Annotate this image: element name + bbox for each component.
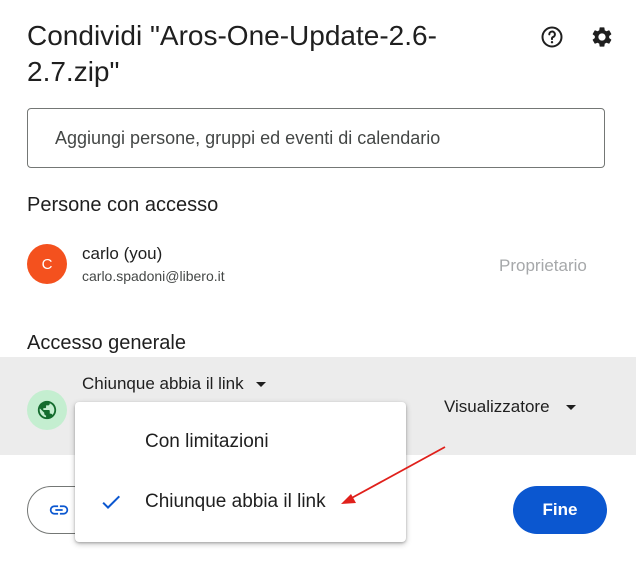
- menu-item-label: Con limitazioni: [145, 431, 269, 452]
- person-role: Proprietario: [499, 256, 587, 275]
- settings-button[interactable]: [587, 22, 617, 52]
- general-access-menu: Con limitazioni Chiunque abbia il link: [75, 402, 406, 542]
- share-dialog: Condividi "Aros-One-Update-2.6-2.7.zip" …: [0, 0, 636, 569]
- caret-down-icon: [565, 404, 576, 410]
- caret-down-icon: [255, 381, 266, 387]
- check-icon: [102, 495, 120, 509]
- menu-item-restricted[interactable]: Con limitazioni: [75, 412, 406, 472]
- help-circle-icon: [541, 26, 563, 48]
- person-name: carlo (you): [82, 244, 163, 263]
- done-button[interactable]: Fine: [513, 486, 607, 534]
- avatar: C: [27, 244, 67, 284]
- menu-item-anyone-with-link[interactable]: Chiunque abbia il link: [75, 472, 406, 532]
- help-button[interactable]: [537, 22, 567, 52]
- add-people-search-box[interactable]: [27, 108, 605, 168]
- general-access-title: Accesso generale: [27, 332, 186, 354]
- general-access-selected: Chiunque abbia il link: [82, 374, 244, 393]
- dialog-title: Condividi "Aros-One-Update-2.6-2.7.zip": [27, 20, 437, 87]
- role-label: Visualizzatore: [444, 397, 550, 416]
- globe-icon: [37, 400, 57, 420]
- add-people-input[interactable]: [53, 126, 597, 150]
- general-access-dropdown[interactable]: Chiunque abbia il link: [82, 374, 266, 394]
- globe-badge: [27, 390, 67, 430]
- role-dropdown[interactable]: Visualizzatore: [444, 397, 576, 417]
- gear-icon: [592, 27, 612, 47]
- people-section-title: Persone con accesso: [27, 194, 219, 216]
- link-icon: [49, 505, 69, 515]
- menu-item-label: Chiunque abbia il link: [145, 491, 326, 512]
- person-email: carlo.spadoni@libero.it: [82, 268, 225, 284]
